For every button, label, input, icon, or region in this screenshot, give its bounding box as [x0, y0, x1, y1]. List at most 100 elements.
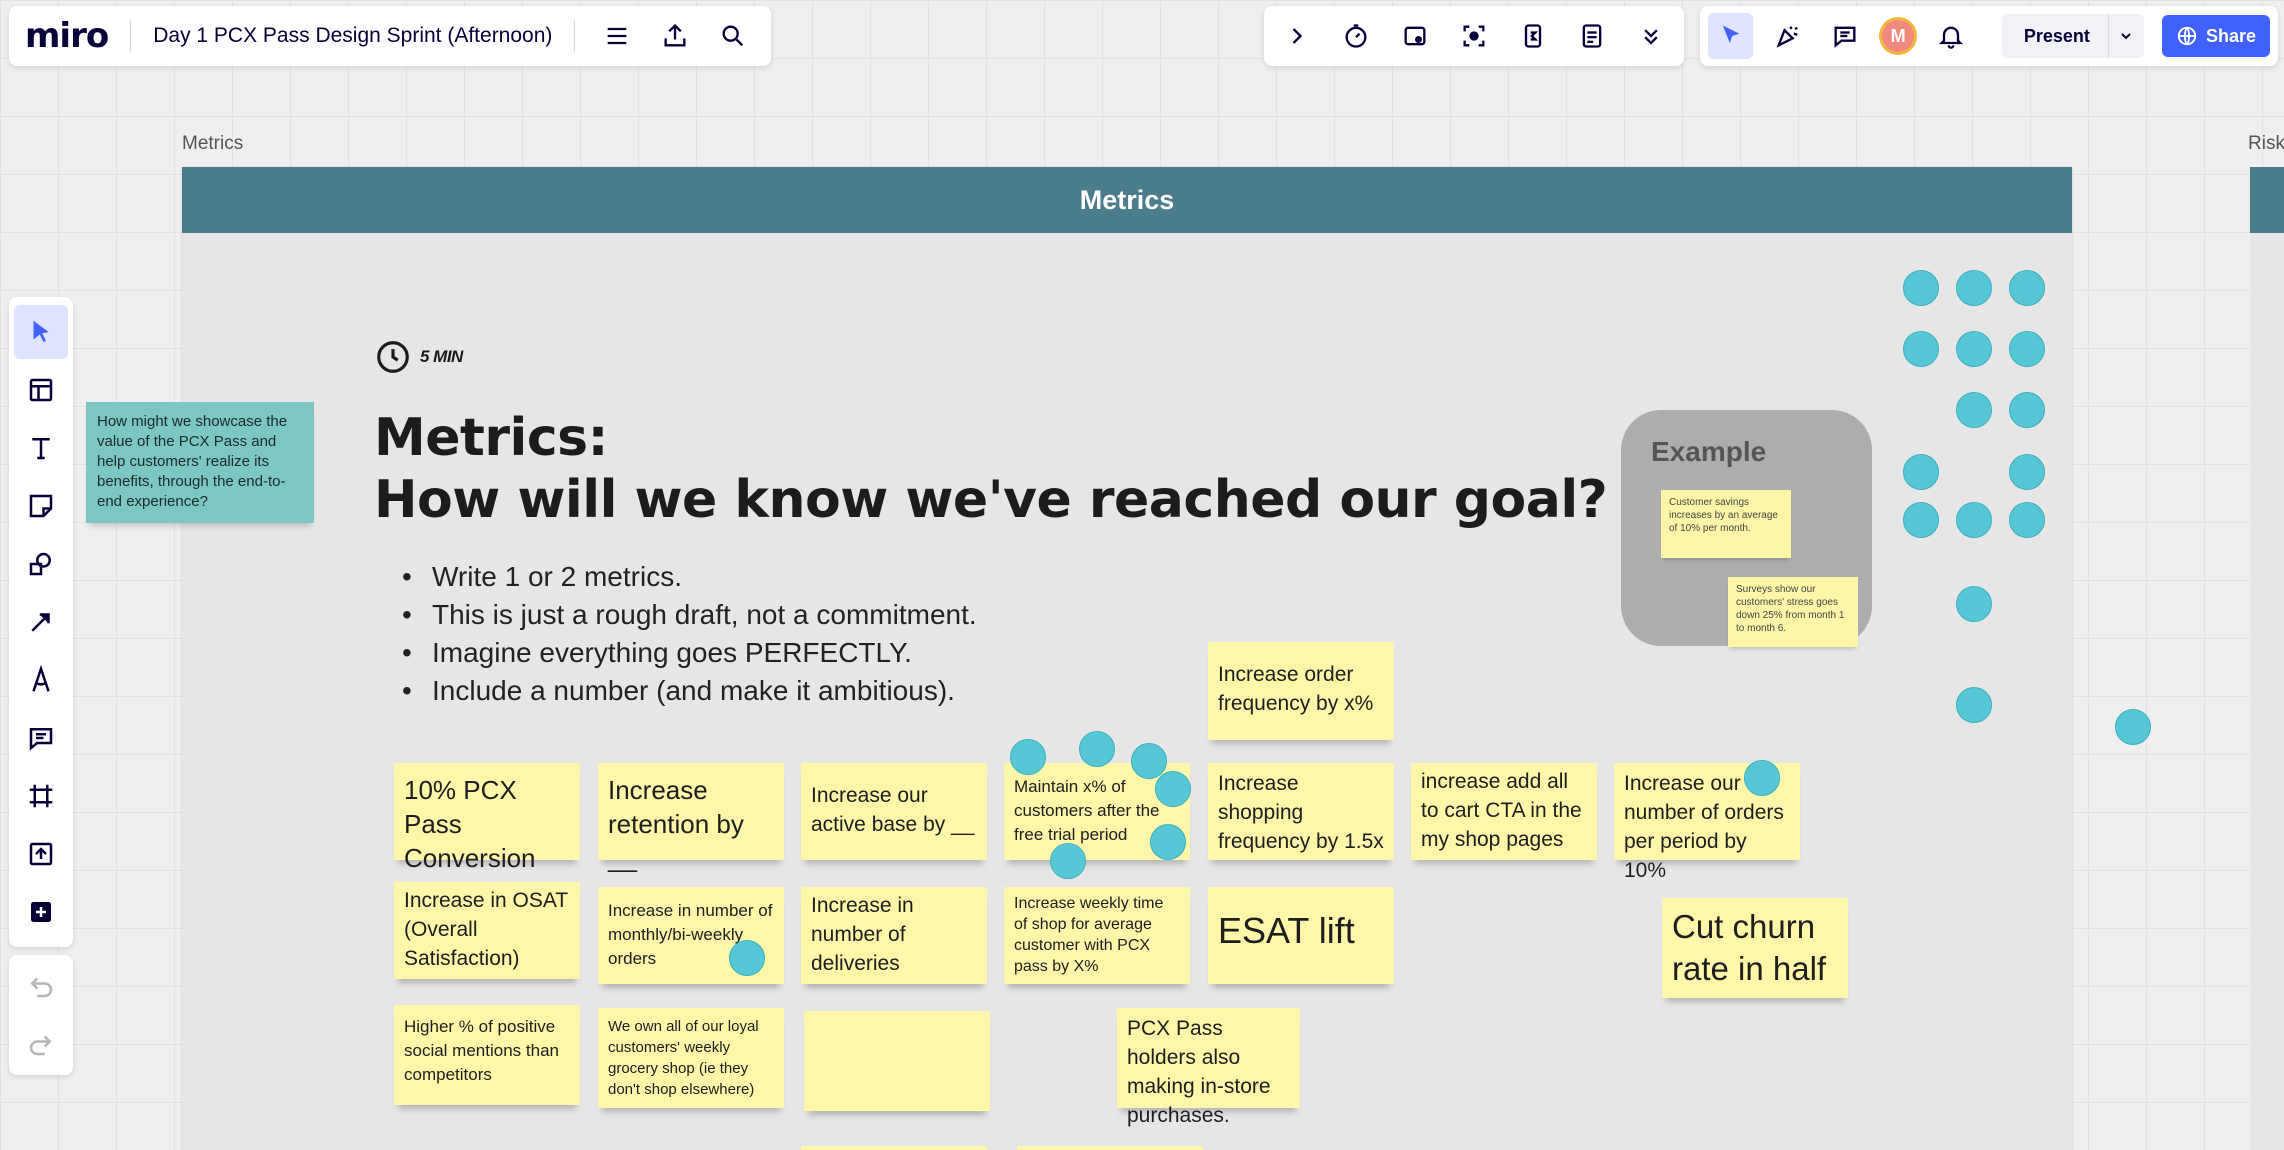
sticky-note[interactable]	[1017, 1146, 1203, 1150]
globe-icon	[2177, 26, 2197, 46]
example-title: Example	[1651, 436, 1767, 467]
chevron-right-icon[interactable]	[1274, 13, 1320, 59]
vote-dot[interactable]	[1903, 270, 1939, 306]
timer-icon[interactable]	[1333, 13, 1379, 59]
heading-line-2: How will we know we've reached our goal?	[374, 470, 1608, 530]
vote-dot[interactable]	[1010, 739, 1046, 775]
vote-dot[interactable]	[1956, 331, 1992, 367]
focus-icon[interactable]	[1451, 13, 1497, 59]
vote-dot[interactable]	[2009, 392, 2045, 428]
upload-icon[interactable]	[14, 827, 68, 881]
sticky-note[interactable]: ESAT lift	[1208, 887, 1394, 984]
vote-dot[interactable]	[2009, 270, 2045, 306]
vote-dot[interactable]	[1956, 687, 1992, 723]
vote-dot[interactable]	[1744, 760, 1780, 796]
sticky-note[interactable]: Increase our active base by __	[801, 763, 987, 860]
miro-logo[interactable]: miro	[25, 16, 109, 56]
vote-dot[interactable]	[2009, 502, 2045, 538]
creation-toolbar	[9, 297, 73, 947]
search-icon[interactable]	[713, 16, 753, 56]
vote-dot[interactable]	[1903, 454, 1939, 490]
more-apps-plus-icon[interactable]	[14, 885, 68, 939]
example-sticky-note[interactable]: Surveys show our customers' stress goes …	[1728, 577, 1858, 647]
chevron-down-icon[interactable]	[2107, 14, 2144, 58]
list-item: This is just a rough draft, not a commit…	[402, 596, 977, 634]
voting-icon[interactable]	[1392, 13, 1438, 59]
menu-icon[interactable]	[597, 16, 637, 56]
sticky-note[interactable]: increase add all to cart CTA in the my s…	[1411, 763, 1597, 860]
export-icon[interactable]	[655, 16, 695, 56]
double-chevron-down-icon[interactable]	[1628, 13, 1674, 59]
clock-icon	[377, 341, 409, 373]
heading-line-1: Metrics:	[374, 408, 608, 468]
sticky-note[interactable]: PCX Pass holders also making in-store pu…	[1117, 1008, 1300, 1127]
notifications-bell-icon[interactable]	[1929, 13, 1974, 59]
pen-icon[interactable]	[14, 653, 68, 707]
connection-line-icon[interactable]	[14, 595, 68, 649]
sticky-note[interactable]: Increase weekly time of shop for average…	[1004, 887, 1190, 984]
vote-dot[interactable]	[1903, 502, 1939, 538]
cursor-tracking-icon[interactable]	[1708, 13, 1754, 59]
next-frame-title-label[interactable]: Risk	[2248, 133, 2284, 155]
vote-dot[interactable]	[1956, 392, 1992, 428]
list-item: Include a number (and make it ambitious)…	[402, 672, 977, 710]
vote-dot[interactable]	[1903, 331, 1939, 367]
divider	[130, 20, 132, 52]
frame-tool-icon[interactable]	[14, 769, 68, 823]
notes-icon[interactable]	[1569, 13, 1615, 59]
sticky-note[interactable]: We own all of our loyal customers' weekl…	[598, 1008, 784, 1108]
next-frame-header	[2250, 167, 2284, 233]
timer-text: 5 MIN	[420, 347, 463, 366]
select-tool-icon[interactable]	[14, 305, 68, 359]
redo-icon[interactable]	[14, 1017, 68, 1071]
user-avatar[interactable]: M	[1879, 17, 1917, 55]
vote-dot[interactable]	[1155, 771, 1191, 807]
vote-dot[interactable]	[1150, 824, 1186, 860]
collaboration-bar: M Present Share	[1700, 6, 2278, 66]
sticky-note[interactable]	[801, 1146, 987, 1150]
sticky-note[interactable]: Higher % of positive social mentions tha…	[394, 1005, 580, 1105]
sticky-note-icon[interactable]	[14, 479, 68, 533]
present-label: Present	[2023, 25, 2090, 46]
sticky-note[interactable]: Increase order frequency by x%	[1208, 642, 1394, 740]
board-title[interactable]: Day 1 PCX Pass Design Sprint (Afternoon)	[153, 24, 552, 48]
instruction-list: Write 1 or 2 metrics. This is just a rou…	[402, 558, 977, 710]
reactions-icon[interactable]	[1765, 13, 1810, 59]
comments-icon[interactable]	[1822, 13, 1867, 59]
sticky-note[interactable]: 10% PCX Pass Conversion	[394, 763, 580, 873]
share-button[interactable]: Share	[2161, 15, 2270, 57]
sticky-note[interactable]: Increase shopping frequency by 1.5x	[1208, 763, 1394, 860]
vote-dot[interactable]	[1050, 843, 1086, 879]
vote-dot[interactable]	[2009, 454, 2045, 490]
timer-badge: 5 MIN	[374, 338, 463, 376]
board-header: miro Day 1 PCX Pass Design Sprint (After…	[9, 6, 771, 66]
history-controls	[9, 955, 73, 1075]
shapes-icon[interactable]	[14, 537, 68, 591]
sticky-note[interactable]	[804, 1011, 990, 1111]
vote-dot[interactable]	[2115, 709, 2151, 745]
vote-dot[interactable]	[1956, 502, 1992, 538]
example-sticky-note[interactable]: Customer savings increases by an average…	[1661, 490, 1791, 558]
sticky-note[interactable]: Cut churn rate in half	[1662, 898, 1848, 998]
sticky-note[interactable]: Increase in number of deliveries	[801, 887, 987, 984]
sticky-note[interactable]: Increase retention by __	[598, 763, 784, 873]
vote-dot[interactable]	[729, 940, 765, 976]
present-button[interactable]: Present	[2001, 14, 2144, 58]
hmw-sticky-note[interactable]: How might we showcase the value of the P…	[86, 402, 314, 523]
divider	[574, 20, 576, 52]
vote-dot[interactable]	[1956, 270, 1992, 306]
vote-dot[interactable]	[1956, 586, 1992, 622]
comment-tool-icon[interactable]	[14, 711, 68, 765]
templates-icon[interactable]	[14, 363, 68, 417]
sticky-note[interactable]: Increase in OSAT (Overall Satisfaction)	[394, 882, 580, 979]
countdown-icon[interactable]	[1510, 13, 1556, 59]
vote-dot[interactable]	[2009, 331, 2045, 367]
board-tools-bar	[1264, 6, 1684, 66]
next-frame-body	[2250, 233, 2284, 1150]
vote-dot[interactable]	[1079, 731, 1115, 767]
page-heading: Metrics: How will we know we've reached …	[374, 407, 1608, 531]
undo-icon[interactable]	[14, 959, 68, 1013]
list-item: Imagine everything goes PERFECTLY.	[402, 634, 977, 672]
text-tool-icon[interactable]	[14, 421, 68, 475]
frame-title-label[interactable]: Metrics	[182, 133, 243, 155]
